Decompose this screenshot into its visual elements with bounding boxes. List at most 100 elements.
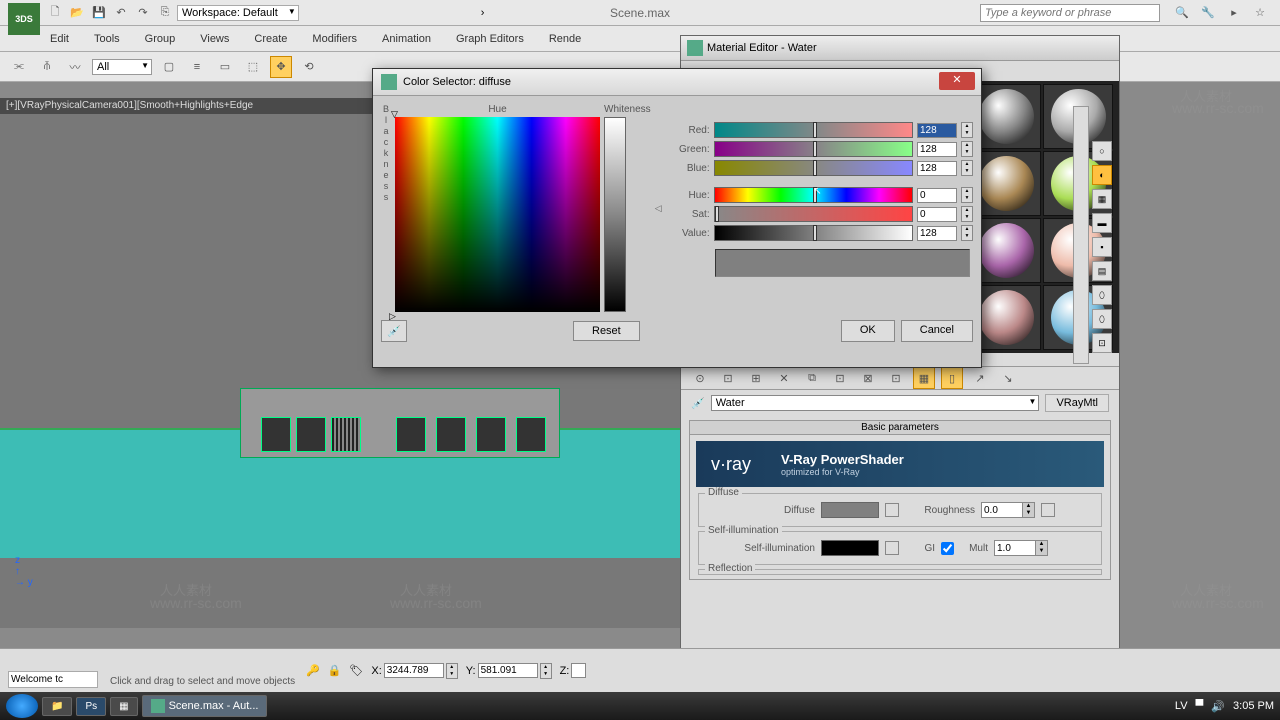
- workspace-dropdown[interactable]: Workspace: Default: [177, 5, 299, 21]
- whiteness-gradient[interactable]: [604, 117, 626, 312]
- roughness-value[interactable]: [982, 503, 1022, 517]
- window-crossing-icon[interactable]: ⬚: [242, 56, 264, 78]
- help2-icon[interactable]: ▸: [1224, 3, 1244, 23]
- green-value[interactable]: 128: [917, 142, 957, 157]
- menu-group[interactable]: Group: [145, 33, 176, 45]
- star-icon[interactable]: ☆: [1250, 3, 1270, 23]
- green-slider[interactable]: [714, 141, 913, 157]
- mult-spinner[interactable]: ▲▼: [994, 540, 1048, 556]
- unlink-icon[interactable]: ⫚: [36, 56, 58, 78]
- y-coord[interactable]: [478, 663, 538, 678]
- menu-tools[interactable]: Tools: [94, 33, 120, 45]
- sample-uv-icon[interactable]: ▬: [1092, 213, 1112, 233]
- bind-icon[interactable]: 〰: [64, 56, 86, 78]
- binoculars-icon[interactable]: 🔍: [1172, 3, 1192, 23]
- color-selector-titlebar[interactable]: Color Selector: diffuse ✕: [373, 69, 981, 96]
- rect-select-icon[interactable]: ▭: [214, 56, 236, 78]
- blue-value[interactable]: 128: [917, 161, 957, 176]
- material-editor-titlebar[interactable]: Material Editor - Water: [681, 36, 1119, 61]
- reset-map-icon[interactable]: ✕: [773, 367, 795, 389]
- menu-rendering[interactable]: Rende: [549, 33, 581, 45]
- selfillum-map-button[interactable]: [885, 541, 899, 555]
- ok-button[interactable]: OK: [841, 320, 895, 342]
- red-value[interactable]: 128: [917, 123, 957, 138]
- z-coord[interactable]: [571, 663, 586, 678]
- save-icon[interactable]: 💾: [89, 3, 109, 23]
- menu-edit[interactable]: Edit: [50, 33, 69, 45]
- backlight-icon[interactable]: ◐: [1092, 165, 1112, 185]
- link-icon[interactable]: ⎘: [155, 3, 175, 23]
- diffuse-map-button[interactable]: [885, 503, 899, 517]
- options-icon[interactable]: ⬯: [1092, 285, 1112, 305]
- assign-material-icon[interactable]: ⊞: [745, 367, 767, 389]
- menu-create[interactable]: Create: [254, 33, 287, 45]
- material-type-button[interactable]: VRayMtl: [1045, 394, 1109, 412]
- reset-button[interactable]: Reset: [573, 321, 640, 341]
- roughness-spinner[interactable]: ▲▼: [981, 502, 1035, 518]
- select-link-icon[interactable]: ⫘: [8, 56, 30, 78]
- put-material-icon[interactable]: ⊡: [717, 367, 739, 389]
- mat-map-nav-icon[interactable]: ⊡: [1092, 333, 1112, 353]
- tag-icon[interactable]: 🏷: [349, 664, 363, 677]
- eyedropper-icon[interactable]: 💉: [691, 397, 705, 410]
- sat-slider[interactable]: [714, 206, 913, 222]
- tray-volume-icon[interactable]: 🔊: [1211, 700, 1225, 713]
- help-search-input[interactable]: [980, 4, 1160, 22]
- red-slider[interactable]: [714, 122, 913, 138]
- checker-icon[interactable]: ▦: [1092, 189, 1112, 209]
- diffuse-swatch[interactable]: [821, 502, 879, 518]
- undo-icon[interactable]: ↶: [111, 3, 131, 23]
- maxscript-listener[interactable]: Welcome tc: [8, 671, 98, 688]
- task-photoshop[interactable]: Ps: [76, 697, 106, 716]
- mult-value[interactable]: [995, 541, 1035, 555]
- roughness-map-button[interactable]: [1041, 503, 1055, 517]
- get-material-icon[interactable]: ⊙: [689, 367, 711, 389]
- mat-scrollbar[interactable]: [1073, 106, 1089, 364]
- hue-slider[interactable]: ↖: [714, 187, 913, 203]
- task-3dsmax[interactable]: Scene.max - Aut...: [142, 695, 268, 717]
- selection-filter[interactable]: All: [92, 59, 152, 75]
- selfillum-swatch[interactable]: [821, 540, 879, 556]
- menu-animation[interactable]: Animation: [382, 33, 431, 45]
- eyedropper-button[interactable]: 💉: [381, 320, 407, 342]
- tray-flag-icon[interactable]: ▀: [1196, 700, 1204, 712]
- lock-icon[interactable]: 🔒: [328, 664, 342, 677]
- blue-spinner[interactable]: ▲▼: [961, 160, 973, 176]
- close-button[interactable]: ✕: [939, 72, 975, 90]
- select-move-icon[interactable]: ✥: [270, 56, 292, 78]
- blue-slider[interactable]: [714, 160, 913, 176]
- go-sibling-icon[interactable]: ↘: [997, 367, 1019, 389]
- tray-lang[interactable]: LV: [1175, 700, 1188, 712]
- task-explorer[interactable]: 📁: [42, 697, 72, 716]
- video-color-icon[interactable]: ▪: [1092, 237, 1112, 257]
- rollout-header[interactable]: Basic parameters: [690, 421, 1110, 435]
- go-parent-icon[interactable]: ↗: [969, 367, 991, 389]
- make-copy-icon[interactable]: ⧉: [801, 367, 823, 389]
- key-icon[interactable]: 🔑: [306, 664, 320, 677]
- open-icon[interactable]: 📂: [67, 3, 87, 23]
- sample-type-icon[interactable]: ○: [1092, 141, 1112, 161]
- put-to-library-icon[interactable]: ⊠: [857, 367, 879, 389]
- cancel-button[interactable]: Cancel: [901, 320, 973, 342]
- start-button[interactable]: [6, 694, 38, 718]
- value-slider[interactable]: [714, 225, 913, 241]
- red-spinner[interactable]: ▲▼: [961, 122, 973, 138]
- x-coord[interactable]: [384, 663, 444, 678]
- value-spinner[interactable]: ▲▼: [961, 225, 973, 241]
- new-icon[interactable]: 🗋: [45, 3, 65, 23]
- hue-value[interactable]: 0: [917, 188, 957, 203]
- material-effects-icon[interactable]: ▤: [1092, 261, 1112, 281]
- redo-icon[interactable]: ↷: [133, 3, 153, 23]
- sat-value[interactable]: 0: [917, 207, 957, 222]
- show-map-icon[interactable]: ▯: [941, 367, 963, 389]
- menu-views[interactable]: Views: [200, 33, 229, 45]
- material-id-icon[interactable]: ⊡: [885, 367, 907, 389]
- select-by-mat-icon[interactable]: ⬯: [1092, 309, 1112, 329]
- sat-spinner[interactable]: ▲▼: [961, 206, 973, 222]
- menu-modifiers[interactable]: Modifiers: [312, 33, 357, 45]
- hue-picker[interactable]: ▽ ▷: [395, 117, 600, 312]
- material-name-dropdown[interactable]: Water: [711, 395, 1040, 411]
- task-app[interactable]: ▦: [110, 697, 137, 716]
- select-icon[interactable]: ▢: [158, 56, 180, 78]
- gi-checkbox[interactable]: [941, 542, 954, 555]
